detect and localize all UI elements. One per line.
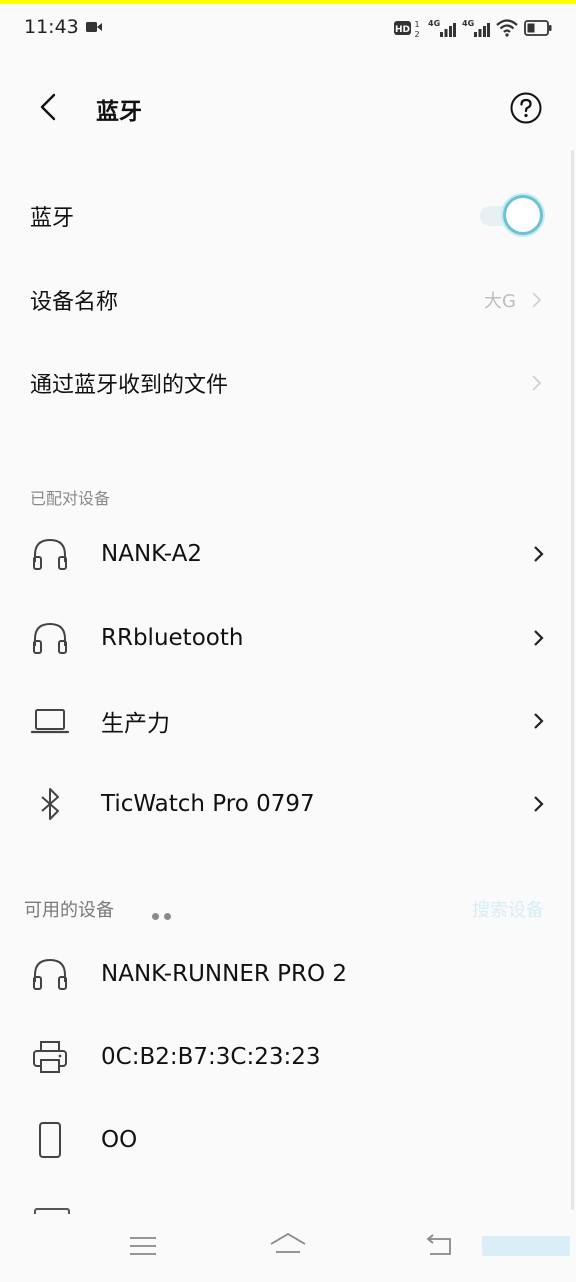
bluetooth-label: 蓝牙 <box>30 206 75 231</box>
page-title: 蓝牙 <box>96 99 142 125</box>
device-name: OO <box>101 1127 138 1153</box>
phone-icon <box>39 1122 61 1158</box>
battery-icon <box>524 20 552 36</box>
signal-4g-icon: 4G <box>462 19 490 37</box>
received-files-label: 通过蓝牙收到的文件 <box>30 373 229 398</box>
device-name: 生产力 <box>101 711 170 737</box>
svg-text:4G: 4G <box>462 19 474 28</box>
paired-device-row[interactable]: RRbluetooth <box>0 596 576 680</box>
bluetooth-toggle-row[interactable]: 蓝牙 <box>0 176 576 256</box>
back-icon[interactable] <box>424 1232 454 1258</box>
svg-text:1: 1 <box>414 20 419 29</box>
status-icons: HD 1 2 4G 4G <box>394 16 552 40</box>
paired-device-row[interactable]: TicWatch Pro 0797 <box>0 762 576 846</box>
svg-text:2: 2 <box>414 30 419 38</box>
paired-section-title: 已配对设备 <box>30 489 111 508</box>
chevron-right-icon <box>532 292 542 308</box>
chevron-right-icon <box>532 375 542 391</box>
device-name-label: 设备名称 <box>30 290 119 315</box>
home-icon[interactable] <box>268 1230 308 1260</box>
hd-voice-icon: HD 1 2 <box>394 20 420 38</box>
headphones-icon <box>33 958 67 990</box>
chevron-right-icon[interactable] <box>532 628 546 648</box>
laptop-icon <box>30 709 70 734</box>
search-devices-button[interactable]: 搜索设备 <box>472 896 544 922</box>
wifi-icon <box>496 19 518 37</box>
bluetooth-icon <box>41 788 59 820</box>
available-device-row[interactable]: 0C:B2:B7:3C:23:23 <box>0 1015 576 1099</box>
device-name: 0C:B2:B7:3C:23:23 <box>101 1044 321 1070</box>
menu-icon[interactable] <box>128 1234 158 1258</box>
svg-text:4G: 4G <box>428 19 440 28</box>
video-camera-icon <box>86 22 102 32</box>
back-arrow-icon[interactable] <box>34 92 64 122</box>
device-name-row[interactable]: 设备名称 大G <box>0 260 576 340</box>
device-name: TicWatch Pro 0797 <box>101 791 315 817</box>
status-time: 11:43 <box>24 16 79 38</box>
signal-4g-icon: 4G <box>428 19 456 37</box>
paired-device-row[interactable]: NANK-A2 <box>0 512 576 596</box>
device-name-value: 大G <box>484 291 516 312</box>
available-device-row[interactable]: OO <box>0 1098 576 1182</box>
device-name: NANK-A2 <box>101 541 202 567</box>
device-name: NANK-RUNNER PRO 2 <box>101 961 348 987</box>
printer-icon <box>33 1041 67 1073</box>
searching-indicator <box>152 905 182 920</box>
svg-text:HD: HD <box>395 25 410 35</box>
device-name: RRbluetooth <box>101 625 244 651</box>
available-section-title: 可用的设备 <box>24 900 114 921</box>
bluetooth-toggle[interactable] <box>474 196 540 236</box>
help-icon[interactable] <box>510 92 542 124</box>
toggle-knob <box>506 198 540 232</box>
paired-device-row[interactable]: 生产力 <box>0 679 576 763</box>
watermark <box>482 1236 570 1256</box>
page-header: 蓝牙 <box>0 70 576 146</box>
chevron-right-icon[interactable] <box>532 711 546 731</box>
status-bar: 11:43 HD 1 2 4G 4G <box>0 4 576 48</box>
chevron-right-icon[interactable] <box>532 544 546 564</box>
available-device-row[interactable]: NANK-RUNNER PRO 2 <box>0 932 576 1016</box>
headphones-icon <box>33 538 67 570</box>
received-files-row[interactable]: 通过蓝牙收到的文件 <box>0 343 576 423</box>
headphones-icon <box>33 622 67 654</box>
navigation-bar <box>0 1214 576 1282</box>
chevron-right-icon[interactable] <box>532 794 546 814</box>
